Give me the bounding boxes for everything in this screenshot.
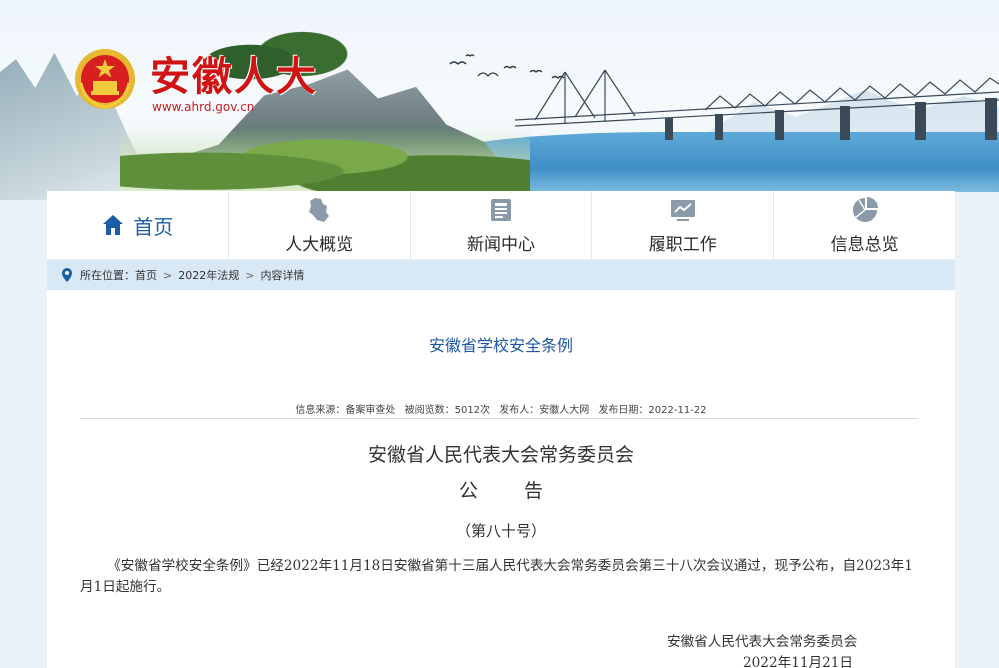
article-body: 《安徽省学校安全条例》已经2022年11月18日安徽省第十三届人民代表大会常务委… xyxy=(80,558,913,595)
nav-item-overview[interactable]: 人大概览 xyxy=(229,191,411,259)
breadcrumb: 所在位置： 首页 > 2022年法规 > 内容详情 xyxy=(47,260,955,290)
bridge-illustration xyxy=(515,69,999,140)
notice-number: （第八十号） xyxy=(455,522,546,540)
meta-views: 被阅览数：5012次 xyxy=(404,405,491,416)
nav-item-label: 首页 xyxy=(133,214,174,239)
signature-org: 安徽省人民代表大会常务委员会 xyxy=(667,634,858,650)
meta-source: 信息来源：备案审查处 xyxy=(295,405,396,416)
nav-item-label: 人大概览 xyxy=(285,234,354,255)
breadcrumb-separator: > xyxy=(245,268,255,282)
breadcrumb-current[interactable]: 内容详情 xyxy=(260,267,304,283)
national-emblem-logo xyxy=(75,49,135,109)
article-container: 安徽省学校安全条例 信息来源：备案审查处 被阅览数：5012次 发布人：安徽人大… xyxy=(47,290,955,668)
chart-board-icon xyxy=(670,199,695,221)
home-icon xyxy=(103,215,124,235)
header-banner: 安徽人大 www.ahrd.gov.cn xyxy=(0,0,999,200)
signature-date: 2022年11月21日 xyxy=(743,655,853,668)
issuing-org-heading: 安徽省人民代表大会常务委员会 xyxy=(367,444,634,466)
location-pin-icon xyxy=(62,268,72,282)
birds-illustration xyxy=(449,54,565,79)
site-url: www.ahrd.gov.cn xyxy=(152,100,255,114)
breadcrumb-category-link[interactable]: 2022年法规 xyxy=(178,267,239,283)
pie-chart-icon xyxy=(852,196,878,222)
meta-publisher: 发布人：安徽人大网 xyxy=(499,405,590,416)
breadcrumb-home-link[interactable]: 首页 xyxy=(135,267,157,283)
site-title: 安徽人大 xyxy=(150,53,318,100)
trees-decoration xyxy=(120,128,530,200)
nav-item-label: 履职工作 xyxy=(648,234,717,255)
nav-item-label: 新闻中心 xyxy=(466,234,535,255)
nav-item-duties[interactable]: 履职工作 xyxy=(592,191,775,259)
breadcrumb-separator: > xyxy=(163,268,173,282)
nav-item-home[interactable]: 首页 xyxy=(47,191,229,259)
newspaper-icon xyxy=(490,198,511,221)
nav-item-news[interactable]: 新闻中心 xyxy=(411,191,593,259)
breadcrumb-prefix: 所在位置： xyxy=(80,269,135,282)
meta-date: 发布日期：2022-11-22 xyxy=(598,405,707,416)
main-nav: 首页 人大概览 新闻中心 履职工作 信息总览 xyxy=(47,191,955,259)
article-title: 安徽省学校安全条例 xyxy=(428,336,573,355)
notice-heading: 公告 xyxy=(458,480,589,502)
article-meta: 信息来源：备案审查处 被阅览数：5012次 发布人：安徽人大网 发布日期：202… xyxy=(47,401,955,416)
divider xyxy=(80,418,918,419)
nav-item-label: 信息总览 xyxy=(830,234,899,255)
province-map-icon xyxy=(309,197,330,222)
nav-item-info[interactable]: 信息总览 xyxy=(774,191,955,259)
